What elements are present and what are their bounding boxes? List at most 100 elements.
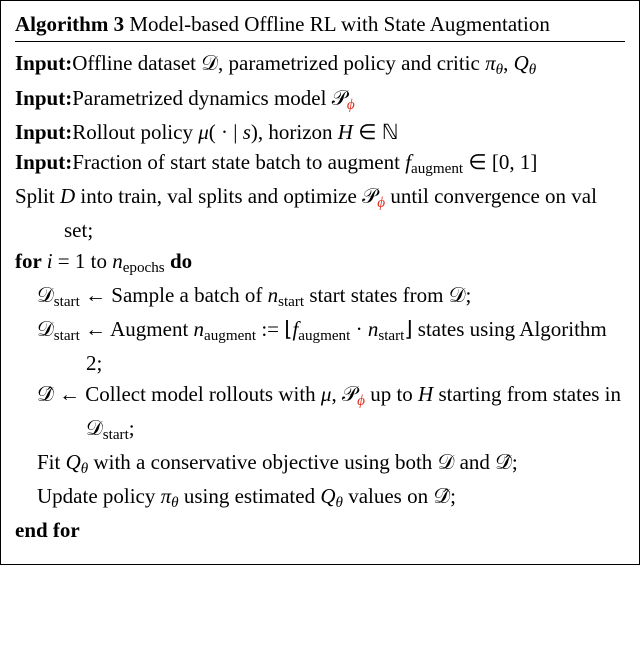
symbol-Dhat: 𝒟̂ <box>433 484 450 508</box>
symbol-pi: π <box>161 484 172 508</box>
subscript-phi: ϕ <box>357 393 365 409</box>
subscript-theta: θ <box>496 63 503 79</box>
symbol-pi: π <box>485 51 496 75</box>
algorithm-body: Input:Offline dataset 𝒟, parametrized po… <box>15 46 625 545</box>
symbol-D: 𝒟 <box>37 317 54 341</box>
text: Fit <box>37 450 66 474</box>
text: starting from states in <box>433 382 621 406</box>
subscript-start: start <box>278 294 304 310</box>
symbol-mu: μ <box>198 120 209 144</box>
text: into train, val splits and optimize <box>75 184 362 208</box>
for-keyword: for <box>15 249 47 273</box>
subscript-start: start <box>54 328 80 344</box>
text: start states from <box>304 283 449 307</box>
input-keyword: Input: <box>15 120 72 144</box>
step-split: Split D into train, val splits and optim… <box>15 181 625 246</box>
subscript-theta: θ <box>336 495 343 511</box>
subscript-start: start <box>103 427 129 443</box>
algorithm-title-line: Algorithm 3 Model-based Offline RL with … <box>15 9 625 39</box>
text: , <box>503 51 514 75</box>
subscript-theta: θ <box>171 495 178 511</box>
algorithm-header: Algorithm 3 Model-based Offline RL with … <box>15 9 625 42</box>
subscript-epochs: epochs <box>123 260 165 276</box>
endfor-line: end for <box>15 515 625 545</box>
step-sample: 𝒟start ← Sample a batch of nstart start … <box>37 280 625 314</box>
text: using estimated <box>179 484 321 508</box>
endfor-keyword: end for <box>15 518 80 542</box>
do-keyword: do <box>165 249 192 273</box>
symbol-H: H <box>418 382 433 406</box>
subscript-start: start <box>378 328 404 344</box>
text: Update policy <box>37 484 161 508</box>
input-line-2: Input:Parametrized dynamics model 𝒫ϕ <box>15 83 625 117</box>
symbol-D: D <box>60 184 75 208</box>
symbol-P: 𝒫 <box>362 184 377 208</box>
subscript-augment: augment <box>298 328 350 344</box>
algorithm-label: Algorithm 3 <box>15 12 124 36</box>
subscript-theta: θ <box>529 63 536 79</box>
step-fit-q: Fit Qθ with a conservative objective usi… <box>37 447 625 481</box>
symbol-D: 𝒟 <box>438 450 455 474</box>
text: · <box>350 317 368 341</box>
symbol-s: s <box>243 120 251 144</box>
symbol-n: n <box>112 249 123 273</box>
text: Offline dataset <box>72 51 201 75</box>
for-body: 𝒟start ← Sample a batch of nstart start … <box>15 280 625 515</box>
text: Rollout policy <box>72 120 198 144</box>
step-augment: 𝒟start ← Augment naugment := ⌊faugment ·… <box>37 314 625 379</box>
text: Split <box>15 184 60 208</box>
text: Parametrized dynamics model <box>72 86 332 110</box>
text: ; <box>465 283 471 307</box>
subscript-phi: ϕ <box>347 97 355 113</box>
symbol-D: 𝒟 <box>201 51 218 75</box>
symbol-n: n <box>194 317 205 341</box>
symbol-Dhat: 𝒟̂ <box>37 382 54 406</box>
step-update-policy: Update policy πθ using estimated Qθ valu… <box>37 481 625 515</box>
step-rollout: 𝒟̂ ← Collect model rollouts with μ, 𝒫ϕ u… <box>37 379 625 447</box>
subscript-augment: augment <box>411 161 463 177</box>
text: ; <box>450 484 456 508</box>
text: , <box>331 382 342 406</box>
symbol-Q: Q <box>66 450 81 474</box>
text: ; <box>129 416 135 440</box>
text: Fraction of start state batch to augment <box>72 150 405 174</box>
symbol-D: 𝒟 <box>37 283 54 307</box>
input-keyword: Input: <box>15 51 72 75</box>
text: and <box>454 450 495 474</box>
symbol-D: 𝒟 <box>86 416 103 440</box>
text: with a conservative objective using both <box>88 450 437 474</box>
symbol-D: 𝒟 <box>449 283 466 307</box>
subscript-start: start <box>54 294 80 310</box>
symbol-Dhat: 𝒟̂ <box>495 450 512 474</box>
subscript-augment: augment <box>204 328 256 344</box>
text: ← Collect model rollouts with <box>54 382 321 406</box>
input-line-3: Input:Rollout policy μ( · | s), horizon … <box>15 117 625 147</box>
text: := ⌊ <box>256 317 292 341</box>
text: ; <box>512 450 518 474</box>
text: ← Augment <box>80 317 194 341</box>
algorithm-block: Algorithm 3 Model-based Offline RL with … <box>0 0 640 565</box>
text: ( · | <box>209 120 243 144</box>
text: ← Sample a batch of <box>80 283 268 307</box>
symbol-mu: μ <box>321 382 332 406</box>
algorithm-title: Model-based Offline RL with State Augmen… <box>129 12 550 36</box>
subscript-phi: ϕ <box>377 196 385 212</box>
input-keyword: Input: <box>15 86 72 110</box>
text: up to <box>365 382 418 406</box>
symbol-P: 𝒫 <box>342 382 357 406</box>
input-line-4: Input:Fraction of start state batch to a… <box>15 147 625 181</box>
text: ∈ <box>353 120 382 144</box>
symbol-Q: Q <box>320 484 335 508</box>
symbol-n: n <box>268 283 279 307</box>
text: ∈ [0, 1] <box>463 150 537 174</box>
input-keyword: Input: <box>15 150 72 174</box>
text: ), horizon <box>251 120 338 144</box>
text: , parametrized policy and critic <box>218 51 485 75</box>
symbol-P: 𝒫 <box>332 86 347 110</box>
text: values on <box>343 484 433 508</box>
symbol-H: H <box>338 120 353 144</box>
for-line: for i = 1 to nepochs do <box>15 246 625 280</box>
text: = 1 to <box>53 249 113 273</box>
input-line-1: Input:Offline dataset 𝒟, parametrized po… <box>15 48 625 82</box>
symbol-n: n <box>368 317 379 341</box>
